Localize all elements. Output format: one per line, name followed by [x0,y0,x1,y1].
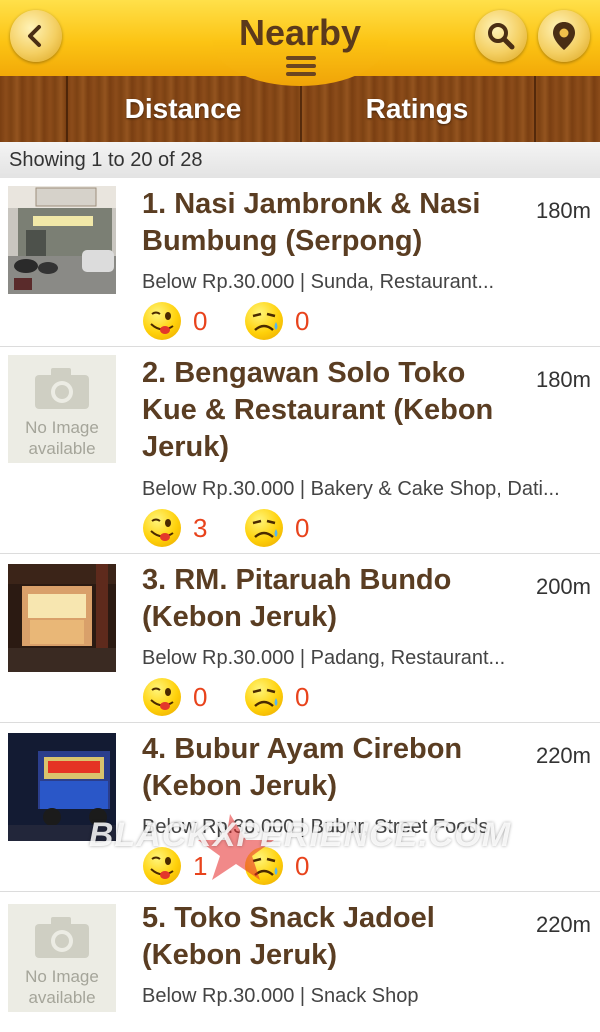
chevron-left-icon [28,25,41,47]
dislike-face-icon[interactable] [245,509,283,547]
distance-label: 180m [535,198,591,223]
no-image-placeholder: No Image available [8,355,116,463]
restaurant-name[interactable]: 1. Nasi Jambronk & Nasi Bumbung (Serpong… [142,186,522,260]
dislike-count: 0 [295,851,310,881]
restaurant-photo [8,733,116,841]
hamburger-icon[interactable] [286,56,316,78]
no-image-text: No Image [25,967,99,986]
search-button[interactable] [475,10,527,62]
restaurant-name[interactable]: 4. Bubur Ayam Cirebon (Kebon Jeruk) [142,731,522,805]
like-face-icon[interactable] [143,847,181,885]
distance-label: 220m [535,743,591,768]
distance-label: 180m [535,367,591,392]
no-image-text: available [28,439,96,458]
list-item[interactable]: 1. Nasi Jambronk & Nasi Bumbung (Serpong… [0,178,600,348]
like-count: 1 [193,851,208,881]
price-category: Below Rp.30.000 | Snack Shop [142,985,419,1007]
dislike-count: 0 [295,682,310,712]
tab-divider [534,76,536,142]
camera-icon [35,917,89,958]
price-category: Below Rp.30.000 | Padang, Restaurant... [142,647,506,669]
results-count-bar: Showing 1 to 20 of 28 [0,142,600,179]
like-face-icon[interactable] [143,509,181,547]
restaurant-name[interactable]: 2. Bengawan Solo Toko Kue & Restaurant (… [142,355,522,466]
distance-label: 220m [535,912,591,937]
no-image-text: No Image [25,418,99,437]
price-category: Below Rp.30.000 | Bakery & Cake Shop, Da… [142,478,560,500]
list-item[interactable]: No Image available 5. Toko Snack Jadoel (… [0,892,600,1032]
price-category: Below Rp.30.000 | Bubur, Street Foods [142,816,489,838]
map-pin-icon [553,22,575,50]
list-item[interactable]: 4. Bubur Ayam Cirebon (Kebon Jeruk) 220m… [0,723,600,893]
restaurant-photo [8,186,116,294]
like-count: 3 [193,513,208,543]
no-image-placeholder: No Image available [8,904,116,1012]
like-face-icon[interactable] [143,678,181,716]
dislike-face-icon[interactable] [245,302,283,340]
results-count: Showing 1 to 20 of 28 [9,149,203,171]
price-category: Below Rp.30.000 | Sunda, Restaurant... [142,271,495,293]
like-count: 0 [193,306,208,336]
restaurant-photo [8,564,116,672]
list-item[interactable]: No Image available 2. Bengawan Solo Toko … [0,347,600,555]
dislike-count: 0 [295,306,310,336]
tab-ratings[interactable]: Ratings [300,76,534,142]
tab-distance[interactable]: Distance [66,76,300,142]
like-count: 0 [193,682,208,712]
search-icon [488,23,515,50]
restaurant-name[interactable]: 5. Toko Snack Jadoel (Kebon Jeruk) [142,900,522,974]
like-face-icon[interactable] [143,302,181,340]
back-button[interactable] [10,10,62,62]
restaurant-name[interactable]: 3. RM. Pitaruah Bundo (Kebon Jeruk) [142,562,522,636]
dislike-count: 0 [295,513,310,543]
list-item[interactable]: 3. RM. Pitaruah Bundo (Kebon Jeruk) 200m… [0,554,600,724]
camera-icon [35,368,89,409]
distance-label: 200m [535,574,591,599]
no-image-text: available [28,988,96,1007]
dislike-face-icon[interactable] [245,678,283,716]
dislike-face-icon[interactable] [245,847,283,885]
location-button[interactable] [538,10,590,62]
